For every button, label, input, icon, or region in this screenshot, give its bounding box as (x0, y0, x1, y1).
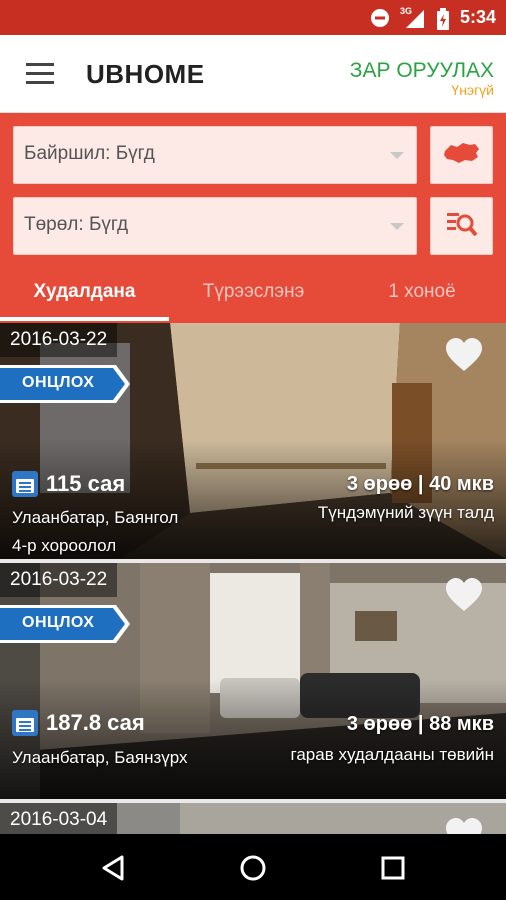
listing-note: гарав худалдааны төвийн (290, 745, 495, 764)
recents-icon[interactable] (373, 848, 413, 888)
do-not-disturb-icon (370, 8, 390, 28)
favorite-heart-icon[interactable] (444, 577, 484, 613)
chevron-down-icon (390, 152, 404, 159)
battery-icon (436, 7, 450, 30)
signal-icon: 3G (399, 5, 426, 28)
status-bar: 3G 5:34 (0, 0, 506, 35)
featured-badge-label: ОНЦЛОХ (22, 374, 95, 391)
price-row: 187.8 сая (12, 710, 145, 736)
system-navigation-bar (0, 834, 506, 900)
chevron-down-icon (390, 223, 404, 230)
search-button[interactable] (430, 197, 493, 255)
type-select-value: Төрөл: Бүгд (24, 214, 129, 235)
location-select[interactable]: Байршил: Бүгд (13, 126, 417, 184)
listing-card[interactable]: 2016-03-04 (0, 803, 506, 834)
listing-date: 2016-03-22 (0, 323, 118, 357)
listing-card[interactable]: 2016-03-22 ОНЦЛОХ 187.8 сая 3 өрөө | 88 … (0, 563, 506, 799)
map-button[interactable] (430, 126, 493, 184)
listing-price: 115 сая (46, 471, 126, 496)
listing-note: Түндэмүний зүүн талд (317, 503, 494, 522)
favorite-heart-icon[interactable] (444, 337, 484, 373)
home-icon[interactable] (233, 848, 273, 888)
featured-badge: ОНЦЛОХ (0, 605, 130, 643)
post-ad-label: ЗАР ОРУУЛАХ (349, 59, 494, 82)
search-list-icon (445, 210, 479, 243)
location-select-value: Байршил: Бүгд (24, 143, 155, 164)
listing-location-detail: 4-р хороолол (12, 536, 117, 555)
listing-date: 2016-03-04 (0, 803, 118, 834)
listing-location: Улаанбатар, Баянгол (12, 508, 179, 527)
listing-card[interactable]: 2016-03-22 ОНЦЛОХ 115 сая 3 өрөө | 40 мк… (0, 323, 506, 559)
listing-tabs: Худалдана Түрээслэнэ 1 хоноё (0, 264, 506, 321)
app-title: UBHOME (86, 59, 205, 89)
tab-daily-rent[interactable]: 1 хоноё (338, 264, 506, 320)
clock: 5:34 (459, 7, 496, 27)
status-icons: 3G 5:34 (370, 0, 496, 35)
network-type-label: 3G (399, 5, 412, 16)
listing-date: 2016-03-22 (0, 563, 118, 597)
price-row: 115 сая (12, 471, 125, 497)
post-ad-sublabel: Үнэгүй (451, 82, 494, 98)
listing-rooms-area: 3 өрөө | 40 мкв (346, 473, 494, 495)
calendar-icon (12, 710, 38, 736)
listing-price: 187.8 сая (46, 710, 145, 735)
app-bar: UBHOME ЗАР ОРУУЛАХ Үнэгүй (0, 35, 506, 113)
mongolia-map-icon (443, 141, 481, 170)
calendar-icon (12, 471, 38, 497)
listing-location: Улаанбатар, Баянзүрх (12, 748, 188, 767)
featured-badge-label: ОНЦЛОХ (22, 614, 95, 631)
featured-badge: ОНЦЛОХ (0, 365, 130, 403)
post-ad-button[interactable]: ЗАР ОРУУЛАХ Үнэгүй (350, 59, 494, 97)
photo-gradient (0, 679, 506, 799)
favorite-heart-icon[interactable] (444, 817, 484, 834)
active-tab-indicator (0, 317, 169, 321)
listing-rooms-area: 3 өрөө | 88 мкв (346, 713, 494, 735)
tab-for-sale[interactable]: Худалдана (0, 264, 169, 320)
type-select[interactable]: Төрөл: Бүгд (13, 197, 417, 255)
hamburger-menu-icon[interactable] (26, 63, 54, 85)
tab-for-rent[interactable]: Түрээслэнэ (169, 264, 338, 320)
back-icon[interactable] (94, 848, 134, 888)
